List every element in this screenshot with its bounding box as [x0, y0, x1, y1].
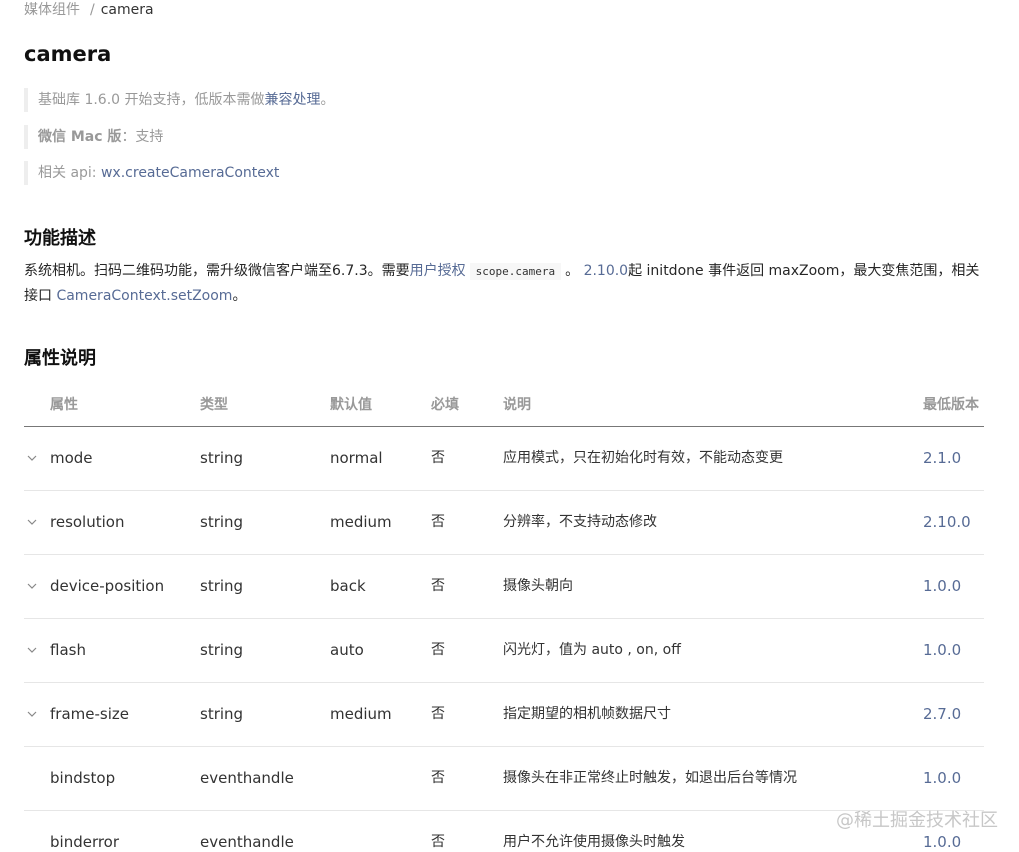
attr-min-version[interactable]: 2.10.0 — [923, 491, 971, 554]
scope-camera-code: scope.camera — [469, 263, 562, 280]
attr-description: 应用模式，只在初始化时有效，不能动态变更 — [503, 450, 783, 466]
set-zoom-link[interactable]: CameraContext.setZoom — [56, 288, 232, 304]
attr-description: 用户不允许使用摄像头时触发 — [503, 834, 685, 850]
attr-min-version[interactable]: 2.1.0 — [923, 427, 961, 490]
header-min-version: 最低版本 — [923, 397, 979, 413]
header-name: 属性 — [50, 397, 78, 413]
attr-type: eventhandle — [200, 769, 294, 787]
table-row[interactable]: resolution string medium 否 分辨率，不支持动态修改 2.10.0 — [24, 491, 984, 555]
section-title-attributes: 属性说明 — [24, 348, 96, 369]
attr-default: normal — [330, 449, 383, 467]
header-required: 必填 — [431, 397, 459, 413]
desc-text-1: 系统相机。扫码二维码功能，需升级微信客户端至6.7.3。需要 — [24, 263, 410, 279]
attr-description: 指定期望的相机帧数据尺寸 — [503, 706, 671, 722]
create-camera-context-link[interactable]: wx.createCameraContext — [101, 165, 279, 181]
attr-name: flash — [50, 641, 86, 659]
attr-type: string — [200, 577, 244, 595]
attr-name: bindstop — [50, 769, 116, 787]
attr-description: 闪光灯，值为 auto , on, off — [503, 642, 681, 658]
desc-text-2: 。 — [565, 263, 580, 279]
breadcrumb: 媒体组件 / camera — [24, 1, 154, 19]
attr-name: device-position — [50, 577, 165, 595]
attr-min-version[interactable]: 2.7.0 — [923, 683, 961, 746]
chevron-down-icon[interactable] — [26, 619, 38, 682]
chevron-down-icon[interactable] — [26, 491, 38, 554]
attr-required: 否 — [431, 578, 445, 594]
table-row[interactable]: device-position string back 否 摄像头朝向 1.0.0 — [24, 555, 984, 619]
header-description: 说明 — [503, 397, 531, 413]
page-title: camera — [24, 42, 112, 66]
attr-type: string — [200, 449, 244, 467]
attr-name: frame-size — [50, 705, 129, 723]
note-related-api: 相关 api: wx.createCameraContext — [24, 161, 279, 185]
section-title-description: 功能描述 — [24, 228, 96, 249]
attr-default: back — [330, 577, 366, 595]
description-paragraph: 系统相机。扫码二维码功能，需升级微信客户端至6.7.3。需要用户授权 scope.… — [24, 259, 989, 309]
attr-required: 否 — [431, 834, 445, 850]
table-row[interactable]: frame-size string medium 否 指定期望的相机帧数据尺寸 2.7.0 — [24, 683, 984, 747]
breadcrumb-parent-link[interactable]: 媒体组件 — [24, 2, 80, 18]
attr-required: 否 — [431, 706, 445, 722]
attr-name: binderror — [50, 833, 120, 851]
table-row: bindstop eventhandle 否 摄像头在非正常终止时触发，如退出后台等情… — [24, 747, 984, 811]
attr-default: medium — [330, 513, 392, 531]
note-mac-value: ：支持 — [121, 129, 164, 145]
attr-type: string — [200, 705, 244, 723]
attr-name: mode — [50, 449, 93, 467]
chevron-down-icon[interactable] — [26, 683, 38, 746]
attr-description: 摄像头朝向 — [503, 578, 573, 594]
attr-min-version[interactable]: 1.0.0 — [923, 555, 961, 618]
note-mac-support: 微信 Mac 版：支持 — [24, 125, 163, 149]
chevron-down-icon[interactable] — [26, 555, 38, 618]
table-row[interactable]: mode string normal 否 应用模式，只在初始化时有效，不能动态变更 2.1… — [24, 427, 984, 491]
note-api-label: 相关 api: — [38, 165, 101, 181]
attr-name: resolution — [50, 513, 125, 531]
chevron-down-icon[interactable] — [26, 427, 38, 490]
table-header: 属性 类型 默认值 必填 说明 最低版本 — [24, 386, 984, 427]
attr-min-version[interactable]: 1.0.0 — [923, 747, 961, 810]
attr-required: 否 — [431, 642, 445, 658]
doc-page: 媒体组件 / camera camera 基础库 1.6.0 开始支持，低版本需做兼… — [0, 0, 1019, 852]
attr-required: 否 — [431, 450, 445, 466]
attr-required: 否 — [431, 770, 445, 786]
version-2-10-0-link[interactable]: 2.10.0 — [584, 263, 629, 279]
note-base-library-text: 基础库 1.6.0 开始支持，低版本需做 — [38, 92, 265, 108]
attr-required: 否 — [431, 514, 445, 530]
note-base-library: 基础库 1.6.0 开始支持，低版本需做兼容处理。 — [24, 88, 335, 112]
attr-min-version[interactable]: 1.0.0 — [923, 619, 961, 682]
header-default: 默认值 — [330, 397, 372, 413]
attr-default: medium — [330, 705, 392, 723]
attr-type: eventhandle — [200, 833, 294, 851]
breadcrumb-current: camera — [100, 2, 154, 18]
note-mac-label: 微信 Mac 版 — [38, 129, 122, 145]
watermark: @稀土掘金技术社区 — [836, 810, 998, 831]
desc-text-4: 。 — [232, 288, 247, 304]
attr-type: string — [200, 641, 244, 659]
compat-handling-link[interactable]: 兼容处理 — [265, 92, 321, 108]
attr-description: 摄像头在非正常终止时触发，如退出后台等情况 — [503, 770, 797, 786]
attributes-table: 属性 类型 默认值 必填 说明 最低版本 mode string normal 否 应用… — [24, 386, 984, 852]
attr-default: auto — [330, 641, 364, 659]
breadcrumb-separator: / — [90, 2, 95, 18]
note-base-library-suffix: 。 — [320, 92, 335, 108]
attr-description: 分辨率，不支持动态修改 — [503, 514, 657, 530]
user-auth-link[interactable]: 用户授权 — [410, 263, 466, 279]
table-body: mode string normal 否 应用模式，只在初始化时有效，不能动态变更 2.1… — [24, 427, 984, 852]
table-row[interactable]: flash string auto 否 闪光灯，值为 auto , on, off 1.0… — [24, 619, 984, 683]
attr-type: string — [200, 513, 244, 531]
header-type: 类型 — [200, 397, 228, 413]
